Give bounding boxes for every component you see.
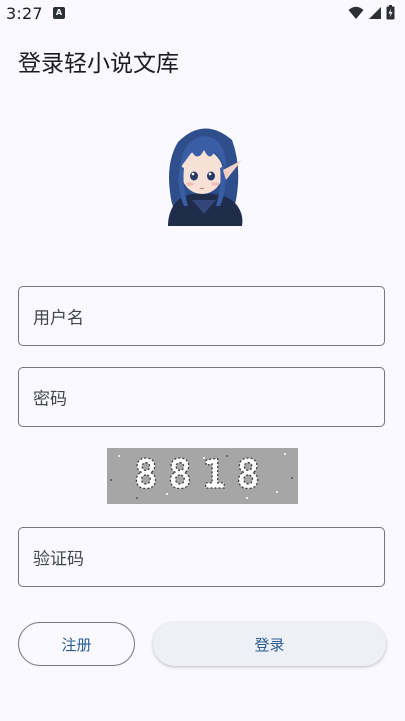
signal-icon [368,5,382,24]
status-bar: 3:27 A [0,0,405,28]
register-button-label: 注册 [61,635,92,654]
register-button[interactable]: 注册 [18,622,135,666]
captcha-image[interactable]: 8818 [107,448,298,504]
status-icons [348,5,395,24]
password-placeholder: 密码 [33,389,67,410]
username-placeholder: 用户名 [33,308,84,329]
password-field[interactable]: 密码 [18,367,385,427]
captcha-placeholder: 验证码 [33,549,84,570]
captcha-field[interactable]: 验证码 [18,527,385,587]
notification-icon: A [53,7,65,19]
page-title: 登录轻小说文库 [18,51,179,77]
wifi-icon [348,5,364,24]
username-field[interactable]: 用户名 [18,286,385,346]
status-time: 3:27 [6,4,43,23]
login-button[interactable]: 登录 [153,622,386,666]
captcha-text: 8818 [134,452,270,498]
avatar [162,122,246,228]
battery-icon [386,5,395,24]
login-button-label: 登录 [254,635,285,654]
